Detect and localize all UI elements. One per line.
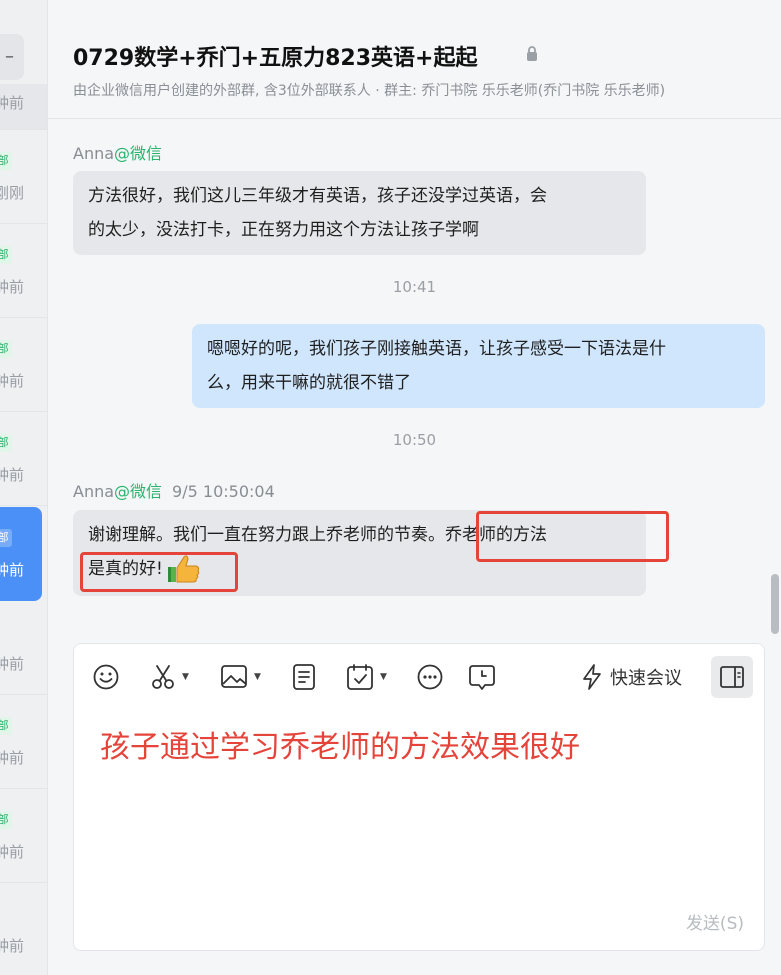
session-item[interactable]: 部 钟前	[0, 224, 47, 318]
session-time: 刚刚	[0, 184, 25, 202]
send-button[interactable]: 发送(S)	[686, 909, 744, 934]
chevron-down-icon[interactable]: ▼	[380, 672, 387, 682]
image-button[interactable]: ▼	[220, 662, 261, 692]
message-composer[interactable]: ▼ ▼ ▼ 快速会议 孩子通过学习乔老师的方法效果很好 发送(S)	[73, 643, 765, 951]
schedule-button[interactable]: ▼	[346, 662, 387, 692]
chat-clock-icon	[469, 665, 495, 690]
external-badge: 部	[0, 152, 12, 170]
app-window: – 钟前 部 刚刚 部 钟前 部 钟前 部 钟前 部 钟前 钟前 部 钟	[0, 0, 781, 975]
session-list: – 钟前 部 刚刚 部 钟前 部 钟前 部 钟前 部 钟前 钟前 部 钟	[0, 0, 48, 975]
external-badge: 部	[0, 529, 12, 547]
session-time: 钟前	[0, 372, 25, 390]
wechat-source-label: @微信	[114, 144, 163, 163]
session-time: 钟前	[0, 937, 25, 955]
message-bubble[interactable]: 方法很好，我们这儿三年级才有英语，孩子还没学过英语，会 的太少，没法打卡，正在努…	[73, 171, 646, 255]
calendar-check-icon	[347, 664, 373, 690]
time-divider: 10:50	[392, 431, 437, 449]
quick-meeting-button[interactable]: 快速会议	[582, 662, 682, 692]
lightning-icon	[583, 664, 601, 690]
session-item[interactable]: 部 刚刚	[0, 130, 47, 224]
highlight-box	[476, 511, 669, 562]
external-badge: 部	[0, 434, 12, 452]
session-time: 钟前	[0, 278, 25, 296]
side-panel-button[interactable]	[711, 656, 753, 698]
history-button[interactable]	[468, 662, 496, 692]
image-icon	[221, 665, 247, 688]
session-item[interactable]: 部 钟前	[0, 695, 47, 789]
time-divider: 10:41	[392, 278, 437, 296]
smile-icon	[93, 664, 119, 690]
scissors-icon	[152, 665, 174, 689]
message-line: 嗯嗯好的呢，我们孩子刚接触英语，让孩子感受一下语法是什	[207, 339, 666, 359]
more-icon	[417, 664, 443, 690]
external-badge: 部	[0, 246, 12, 264]
group-title[interactable]: 0729数学+乔门+五原力823英语+起起	[73, 40, 477, 72]
session-time: 钟前	[0, 561, 25, 579]
document-icon	[293, 664, 315, 690]
external-badge: 部	[0, 811, 12, 829]
composer-input-text[interactable]: 孩子通过学习乔老师的方法效果很好	[100, 722, 580, 766]
session-time: 钟前	[0, 94, 25, 112]
scrollbar-thumb[interactable]	[771, 574, 779, 634]
session-item[interactable]: 部 钟前	[0, 412, 47, 506]
session-time: 钟前	[0, 843, 25, 861]
chevron-down-icon[interactable]: ▼	[254, 672, 261, 682]
session-item[interactable]: 部 钟前	[0, 318, 47, 412]
message-line: 方法很好，我们这儿三年级才有英语，孩子还没学过英语，会	[88, 186, 547, 206]
more-button[interactable]	[416, 662, 444, 692]
message-timestamp: 9/5 10:50:04	[172, 482, 275, 501]
session-time: 钟前	[0, 655, 25, 673]
lock-icon	[527, 46, 537, 61]
quick-meeting-label: 快速会议	[610, 668, 682, 689]
message-sender: Anna@微信 9/5 10:50:04	[73, 478, 275, 502]
message-line: 的太少，没法打卡，正在努力用这个方法让孩子学啊	[88, 220, 479, 240]
document-button[interactable]	[292, 662, 316, 692]
screenshot-button[interactable]: ▼	[150, 662, 189, 692]
session-item-active[interactable]: 部 钟前	[0, 507, 42, 601]
back-button[interactable]: –	[0, 34, 24, 80]
session-item[interactable]: 部 钟前	[0, 789, 47, 883]
sender-name[interactable]: Anna	[73, 482, 114, 501]
external-badge: 部	[0, 717, 12, 735]
group-subtitle: 由企业微信用户创建的外部群, 含3位外部联系人 · 群主: 乔门书院 乐乐老师(…	[73, 83, 666, 99]
sidebar-toggle-icon	[720, 666, 744, 688]
session-time: 钟前	[0, 466, 25, 484]
session-item[interactable]: 钟前	[0, 883, 47, 975]
session-item[interactable]: 钟前	[0, 601, 47, 695]
session-time: 钟前	[0, 749, 25, 767]
session-item[interactable]: 钟前	[0, 84, 47, 130]
message-line: 么，用来干嘛的就很不错了	[207, 373, 411, 393]
highlight-box	[80, 552, 238, 592]
chevron-down-icon[interactable]: ▼	[182, 672, 189, 682]
external-badge: 部	[0, 340, 12, 358]
wechat-source-label: @微信	[114, 482, 163, 501]
dash-icon: –	[5, 46, 14, 67]
sender-name[interactable]: Anna	[73, 144, 114, 163]
chat-header: 0729数学+乔门+五原力823英语+起起 由企业微信用户创建的外部群, 含3位…	[48, 0, 781, 119]
my-message-bubble[interactable]: 嗯嗯好的呢，我们孩子刚接触英语，让孩子感受一下语法是什 么，用来干嘛的就很不错了	[192, 324, 765, 408]
message-sender: Anna@微信	[73, 140, 162, 164]
message-list: Anna@微信 方法很好，我们这儿三年级才有英语，孩子还没学过英语，会 的太少，…	[48, 120, 781, 640]
emoji-button[interactable]	[92, 662, 120, 692]
